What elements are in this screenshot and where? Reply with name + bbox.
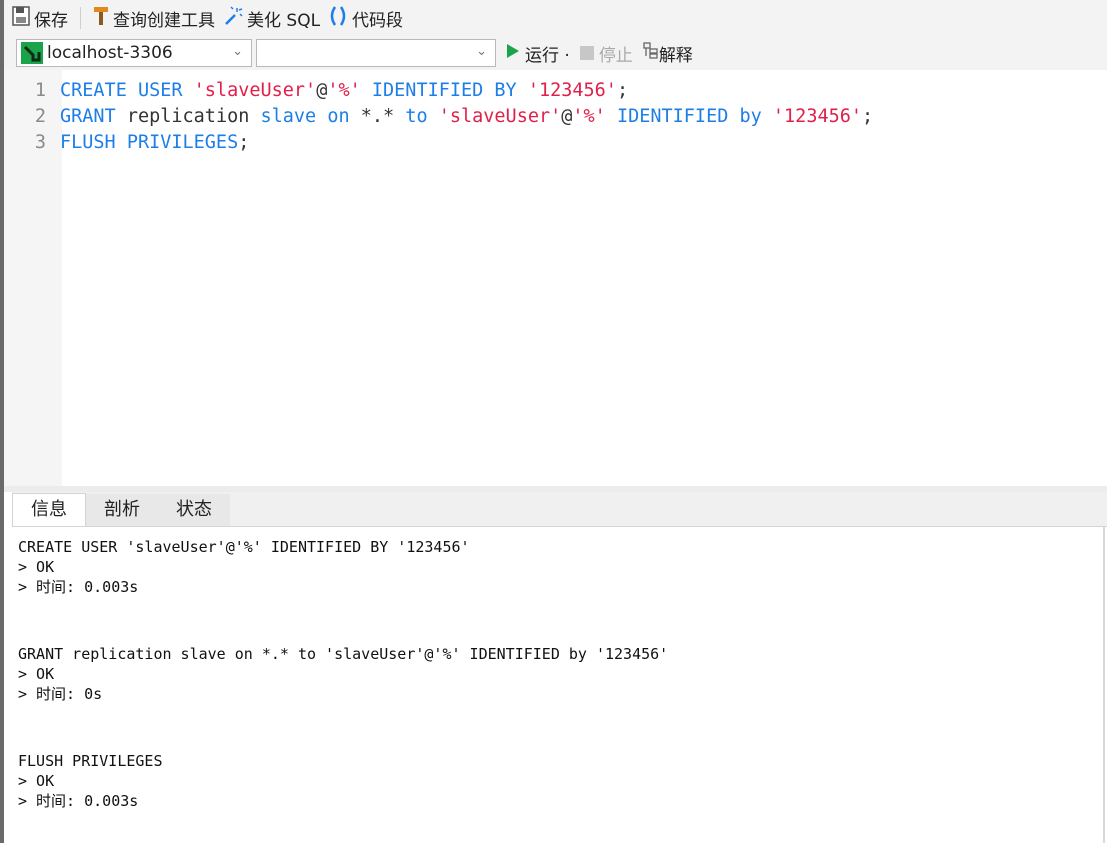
code-token: to <box>405 106 428 127</box>
code-token: ; <box>616 80 629 101</box>
message-output: CREATE USER 'slaveUser'@'%' IDENTIFIED B… <box>12 527 1105 843</box>
code-token: '123456' <box>772 106 863 127</box>
stop-icon <box>579 46 594 60</box>
play-icon <box>506 43 520 64</box>
output-time: > 时间: 0.003s <box>18 792 139 810</box>
chevron-down-icon: ⌄ <box>476 44 487 59</box>
code-token: ; <box>238 132 250 153</box>
save-icon <box>12 5 30 31</box>
run-button[interactable]: 运行 · <box>506 41 570 66</box>
line-number: 2 <box>34 106 46 127</box>
toolbar-divider <box>80 7 81 29</box>
code-line: 1 CREATE USER 'slaveUser'@'%' IDENTIFIED … <box>4 78 628 104</box>
output-result: > OK <box>18 558 55 576</box>
explain-label: 解释 <box>658 45 693 66</box>
code-token: '123456' <box>527 80 617 101</box>
save-button[interactable]: 保存 <box>12 5 68 31</box>
mysql-connection-icon <box>21 42 43 64</box>
parentheses-icon <box>328 5 348 32</box>
tab-info[interactable]: 信息 <box>12 493 86 526</box>
explain-button[interactable]: 解释 <box>643 41 693 66</box>
beautify-sql-button[interactable]: 美化 SQL <box>223 5 321 31</box>
tab-status[interactable]: 状态 <box>158 494 230 526</box>
code-line: 2 GRANT replication slave on *.* to 'slav… <box>4 104 873 130</box>
code-token: IDENTIFIED BY <box>360 80 528 101</box>
toolbar: 保存 查询创建工具 美化 SQL 代码段 <box>4 0 1107 36</box>
run-label: 运行 · <box>525 45 570 66</box>
beautify-sql-label: 美化 SQL <box>247 10 321 31</box>
output-statement: FLUSH PRIVILEGES <box>18 752 163 770</box>
output-time: > 时间: 0.003s <box>18 578 139 596</box>
code-token: *.* <box>349 106 406 127</box>
code-token: 'slaveUser' <box>193 80 317 101</box>
line-number: 1 <box>34 80 46 101</box>
connection-name: localhost-3306 <box>47 43 173 63</box>
code-token: FLUSH PRIVILEGES <box>60 132 239 153</box>
code-token: CREATE USER <box>60 80 194 101</box>
chevron-down-icon: ⌄ <box>232 44 243 59</box>
code-token: '%' <box>327 80 361 101</box>
stop-label: 停止 <box>598 45 633 66</box>
output-time: > 时间: 0s <box>18 685 103 703</box>
output-statement: CREATE USER 'slaveUser'@'%' IDENTIFIED B… <box>18 538 470 556</box>
code-token: @ <box>316 80 328 101</box>
output-result: > OK <box>18 772 55 790</box>
code-token: replication <box>115 106 261 127</box>
connection-select[interactable]: localhost-3306 ⌄ <box>16 39 252 67</box>
code-token: '%' <box>572 106 606 127</box>
output-statement: GRANT replication slave on *.* to 'slave… <box>18 645 669 663</box>
code-line: 3 FLUSH PRIVILEGES; <box>4 130 250 156</box>
code-snippet-button[interactable]: 代码段 <box>328 5 403 32</box>
stop-button[interactable]: 停止 <box>579 41 633 66</box>
query-builder-label: 查询创建工具 <box>113 10 215 31</box>
code-token: ; <box>862 106 874 127</box>
result-tabs: 信息 剖析 状态 <box>12 492 1107 526</box>
output-result: > OK <box>18 665 55 683</box>
magic-wand-icon <box>223 5 243 31</box>
explain-icon <box>643 41 659 65</box>
query-builder-button[interactable]: 查询创建工具 <box>93 6 215 31</box>
line-number: 3 <box>34 132 46 153</box>
code-token: 'slaveUser' <box>438 106 562 127</box>
save-label: 保存 <box>34 10 68 31</box>
code-snippet-label: 代码段 <box>352 10 404 31</box>
hammer-icon <box>93 6 109 31</box>
code-token: GRANT <box>60 106 116 127</box>
code-token: slave on <box>260 106 350 127</box>
code-token: @ <box>561 106 573 127</box>
tab-profile[interactable]: 剖析 <box>86 494 158 526</box>
sql-editor[interactable]: 1 CREATE USER 'slaveUser'@'%' IDENTIFIED … <box>4 70 1107 486</box>
database-select[interactable]: ⌄ <box>256 39 496 67</box>
connection-bar: localhost-3306 ⌄ ⌄ 运行 · 停止 解释 <box>4 36 1107 70</box>
code-token: IDENTIFIED by <box>605 106 773 127</box>
